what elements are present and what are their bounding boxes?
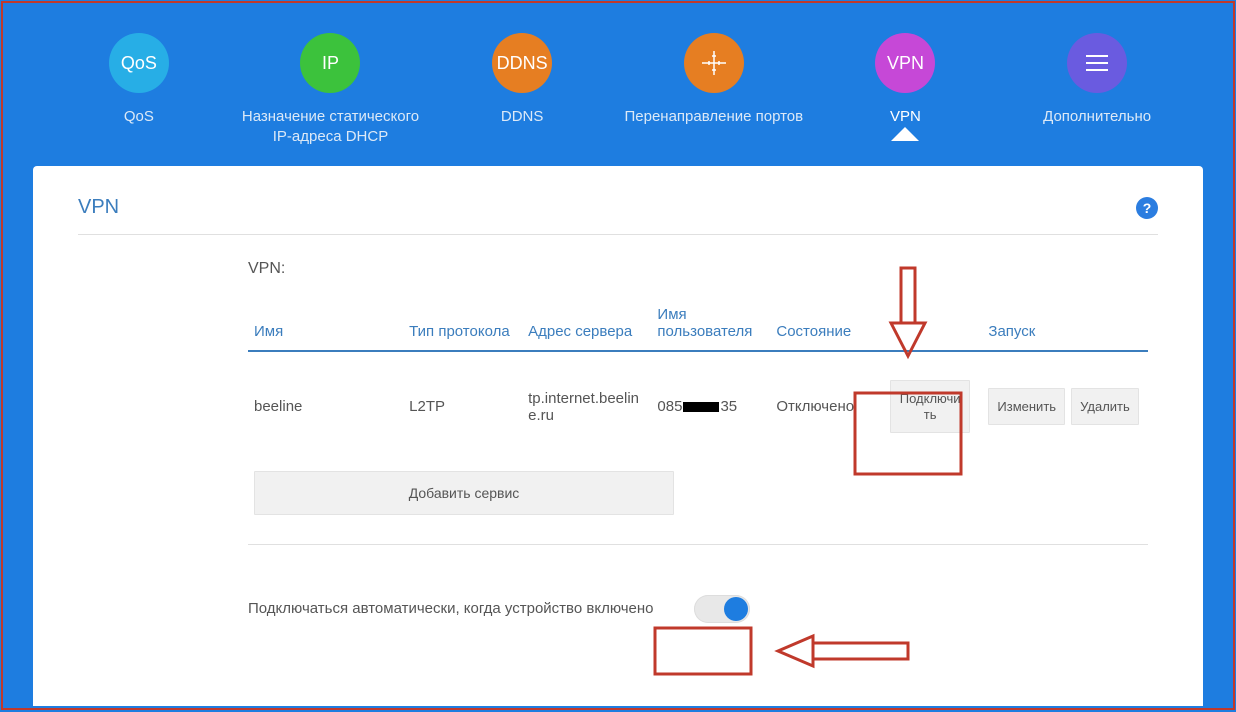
cell-state: Отключено bbox=[770, 351, 884, 461]
nav-label-pf: Перенаправление портов bbox=[624, 107, 803, 127]
cell-protocol: L2TP bbox=[403, 351, 522, 461]
nav-label-ip: Назначение статического IP-адреса DHCP bbox=[242, 107, 419, 146]
active-indicator-icon bbox=[891, 127, 919, 141]
nav-qos[interactable]: QoS QoS bbox=[49, 33, 229, 127]
nav-vpn[interactable]: VPN VPN bbox=[815, 33, 995, 127]
nav-label-qos: QoS bbox=[124, 107, 154, 127]
connect-button[interactable]: Подключить bbox=[890, 380, 970, 433]
menu-icon bbox=[1067, 33, 1127, 93]
redacted-text bbox=[683, 402, 719, 412]
add-service-button[interactable]: Добавить сервис bbox=[254, 471, 674, 515]
th-protocol: Тип протокола bbox=[403, 298, 522, 351]
auto-connect-label: Подключаться автоматически, когда устрой… bbox=[248, 600, 654, 617]
annotation-arrow-left-icon bbox=[773, 631, 913, 671]
page-title: VPN bbox=[78, 196, 119, 219]
cell-server: tp.internet.beeline.ru bbox=[522, 351, 651, 461]
th-name: Имя bbox=[248, 298, 403, 351]
nav-label-ddns: DDNS bbox=[501, 107, 544, 127]
top-nav: QoS QoS IP Назначение статического IP-ад… bbox=[3, 3, 1233, 166]
delete-button[interactable]: Удалить bbox=[1071, 388, 1139, 425]
main-panel: VPN ? VPN: Имя Тип протокола Адрес серве… bbox=[33, 166, 1203, 706]
cell-name: beeline bbox=[248, 351, 403, 461]
nav-more[interactable]: Дополнительно bbox=[1007, 33, 1187, 127]
vpn-table: Имя Тип протокола Адрес сервера Имя поль… bbox=[248, 298, 1148, 545]
cell-user: 08535 bbox=[651, 351, 770, 461]
vpn-section-label: VPN: bbox=[248, 260, 1148, 278]
nav-ddns[interactable]: DDNS DDNS bbox=[432, 33, 612, 127]
annotation-box-icon bbox=[653, 626, 753, 676]
th-user: Имя пользователя bbox=[651, 298, 770, 351]
nav-ip[interactable]: IP Назначение статического IP-адреса DHC… bbox=[240, 33, 420, 146]
nav-port-forward[interactable]: Перенаправление портов bbox=[624, 33, 804, 127]
nav-label-more: Дополнительно bbox=[1043, 107, 1151, 127]
qos-icon: QoS bbox=[109, 33, 169, 93]
toggle-knob-icon bbox=[724, 597, 748, 621]
ddns-icon: DDNS bbox=[492, 33, 552, 93]
help-icon[interactable]: ? bbox=[1136, 197, 1158, 219]
table-row: beeline L2TP tp.internet.beeline.ru 0853… bbox=[248, 351, 1148, 461]
th-server: Адрес сервера bbox=[522, 298, 651, 351]
edit-button[interactable]: Изменить bbox=[988, 388, 1065, 425]
nav-label-vpn: VPN bbox=[890, 107, 921, 127]
vpn-icon: VPN bbox=[875, 33, 935, 93]
ip-icon: IP bbox=[300, 33, 360, 93]
auto-connect-toggle[interactable] bbox=[694, 595, 750, 623]
port-forward-icon bbox=[684, 33, 744, 93]
th-blank bbox=[884, 298, 982, 351]
th-state: Состояние bbox=[770, 298, 884, 351]
th-launch: Запуск bbox=[982, 298, 1148, 351]
